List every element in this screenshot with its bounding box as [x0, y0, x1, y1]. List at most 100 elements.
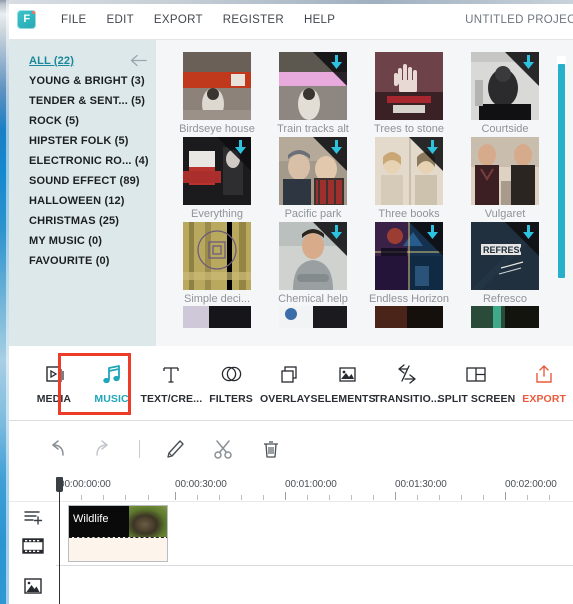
media-scrollbar[interactable] [557, 50, 566, 336]
thumbnail-wrap [265, 306, 361, 328]
media-item-everything[interactable]: Everything [169, 136, 265, 221]
media-item-vulgaret[interactable]: Vulgaret [457, 136, 553, 221]
timeline-track-image[interactable] [56, 566, 573, 604]
track-gutter [9, 502, 56, 604]
media-caption: Three books [378, 208, 440, 220]
sidebar-item-favourite[interactable]: FAVOURITE (0) [9, 251, 156, 271]
media-item-train-tracks-alt[interactable]: Train tracks alt [265, 51, 361, 136]
sidebar-item-hipster-folk[interactable]: HIPSTER FOLK (5) [9, 131, 156, 151]
ruler-tick [285, 492, 286, 500]
media-item-partial[interactable] [361, 306, 457, 328]
tab-filters[interactable]: FILTERS [202, 361, 260, 405]
menu-export[interactable]: EXPORT [144, 10, 213, 30]
ruler-tick [505, 492, 506, 500]
app-logo-icon: F [17, 10, 36, 29]
album-art-pacificpark [279, 137, 347, 205]
album-art-partial [375, 306, 443, 328]
media-caption: Birdseye house [179, 123, 255, 135]
menu-register[interactable]: REGISTER [213, 10, 294, 30]
tab-transitions[interactable]: TRANSITIO... [373, 361, 440, 405]
thumbnail-wrap [265, 136, 361, 206]
sidebar-item-sound-effect[interactable]: SOUND EFFECT (89) [9, 171, 156, 191]
sidebar-item-halloween[interactable]: HALLOWEEN (12) [9, 191, 156, 211]
media-caption: Simple deci... [183, 293, 251, 305]
music-note-icon [101, 361, 123, 388]
media-item-partial[interactable] [169, 306, 265, 328]
tab-text-credits[interactable]: TEXT/CRE... [140, 361, 202, 405]
add-track-icon[interactable] [21, 504, 45, 528]
timecode-label: 00:02:00:00 [505, 479, 557, 490]
media-item-chemical-help[interactable]: Chemical help [265, 221, 361, 306]
tab-export[interactable]: EXPORT [515, 361, 573, 405]
download-icon[interactable] [426, 225, 439, 240]
ruler-tick [461, 495, 462, 500]
media-item-trees-to-stone[interactable]: Trees to stone [361, 51, 457, 136]
ruler-tick [103, 495, 104, 500]
thumbnail-wrap [361, 51, 457, 121]
marker-icon[interactable] [162, 436, 188, 462]
thumbnail-wrap [169, 51, 265, 121]
toolbar-divider [139, 439, 140, 458]
trash-icon[interactable] [258, 436, 284, 462]
media-row: Birdseye house Train tracks alt Trees to… [169, 51, 573, 136]
media-caption: Pacific park [284, 208, 342, 220]
media-item-pacific-park[interactable]: Pacific park [265, 136, 361, 221]
sidebar-item-tender-sent[interactable]: TENDER & SENT... (5) [9, 91, 156, 111]
undo-icon[interactable] [43, 436, 69, 462]
category-sidebar: ALL (22) YOUNG & BRIGHT (3) TENDER & SEN… [9, 40, 156, 346]
playhead-line [59, 490, 60, 604]
media-item-partial[interactable] [265, 306, 361, 328]
tab-split-screen[interactable]: SPLIT SCREEN [438, 361, 516, 405]
media-item-three-books[interactable]: Three books [361, 136, 457, 221]
timecode-label: 00:01:30:00 [395, 479, 447, 490]
download-icon[interactable] [234, 140, 247, 155]
sidebar-item-young-bright[interactable]: YOUNG & BRIGHT (3) [9, 71, 156, 91]
download-icon[interactable] [330, 140, 343, 155]
album-art-partial [279, 306, 347, 328]
video-track-icon[interactable] [21, 534, 45, 558]
media-item-partial[interactable] [457, 306, 553, 328]
media-item-endless-horizon[interactable]: Endless Horizon [361, 221, 457, 306]
download-icon[interactable] [330, 225, 343, 240]
timeline-ruler[interactable]: 00:00:00:00 00:00:30:00 00:01:00:00 00:0… [9, 476, 573, 502]
download-icon[interactable] [426, 140, 439, 155]
timeline-track-video[interactable]: Wildlife [56, 502, 573, 566]
menu-edit[interactable]: EDIT [97, 10, 144, 30]
tab-media[interactable]: MEDIA [25, 361, 83, 405]
scissors-icon[interactable] [210, 436, 236, 462]
media-item-courtside[interactable]: Courtside [457, 51, 553, 136]
thumbnail-wrap [457, 306, 553, 328]
download-icon[interactable] [522, 55, 535, 70]
download-icon[interactable] [522, 225, 535, 240]
sidebar-item-my-music[interactable]: MY MUSIC (0) [9, 231, 156, 251]
redo-icon[interactable] [91, 436, 117, 462]
download-icon[interactable] [330, 55, 343, 70]
timeline-clip-wildlife[interactable]: Wildlife [68, 505, 168, 562]
tab-elements[interactable]: ELEMENTS [318, 361, 376, 405]
media-item-simple-deci[interactable]: Simple deci... [169, 221, 265, 306]
split-screen-icon [464, 361, 488, 388]
menu-file[interactable]: FILE [51, 10, 97, 30]
sidebar-item-christmas[interactable]: CHRISTMAS (25) [9, 211, 156, 231]
ruler-tick [483, 495, 484, 500]
tab-music[interactable]: MUSIC [83, 361, 141, 405]
media-item-refresco[interactable]: REFRESCO Refresco [457, 221, 553, 306]
ruler-tick [81, 495, 82, 500]
thumbnail-wrap [457, 136, 553, 206]
album-art-simpledeci [183, 222, 251, 290]
media-row: Everything Pacific park Three books Vulg… [169, 136, 573, 221]
album-art-everything [183, 137, 251, 205]
menu-help[interactable]: HELP [294, 10, 345, 30]
media-item-birdseye-house[interactable]: Birdseye house [169, 51, 265, 136]
thumbnail-wrap [169, 136, 265, 206]
ruler-tick [241, 495, 242, 500]
album-art-courtside [471, 52, 539, 120]
arrow-left-icon[interactable] [130, 53, 147, 68]
image-track-icon[interactable] [21, 574, 45, 598]
sidebar-item-electronic-ro[interactable]: ELECTRONIC RO... (4) [9, 151, 156, 171]
sidebar-item-rock[interactable]: ROCK (5) [9, 111, 156, 131]
tab-export-label: EXPORT [522, 393, 567, 405]
tab-overlays[interactable]: OVERLAYS [260, 361, 318, 405]
media-scrollbar-thumb[interactable] [558, 64, 565, 278]
ruler-tick [125, 495, 126, 500]
